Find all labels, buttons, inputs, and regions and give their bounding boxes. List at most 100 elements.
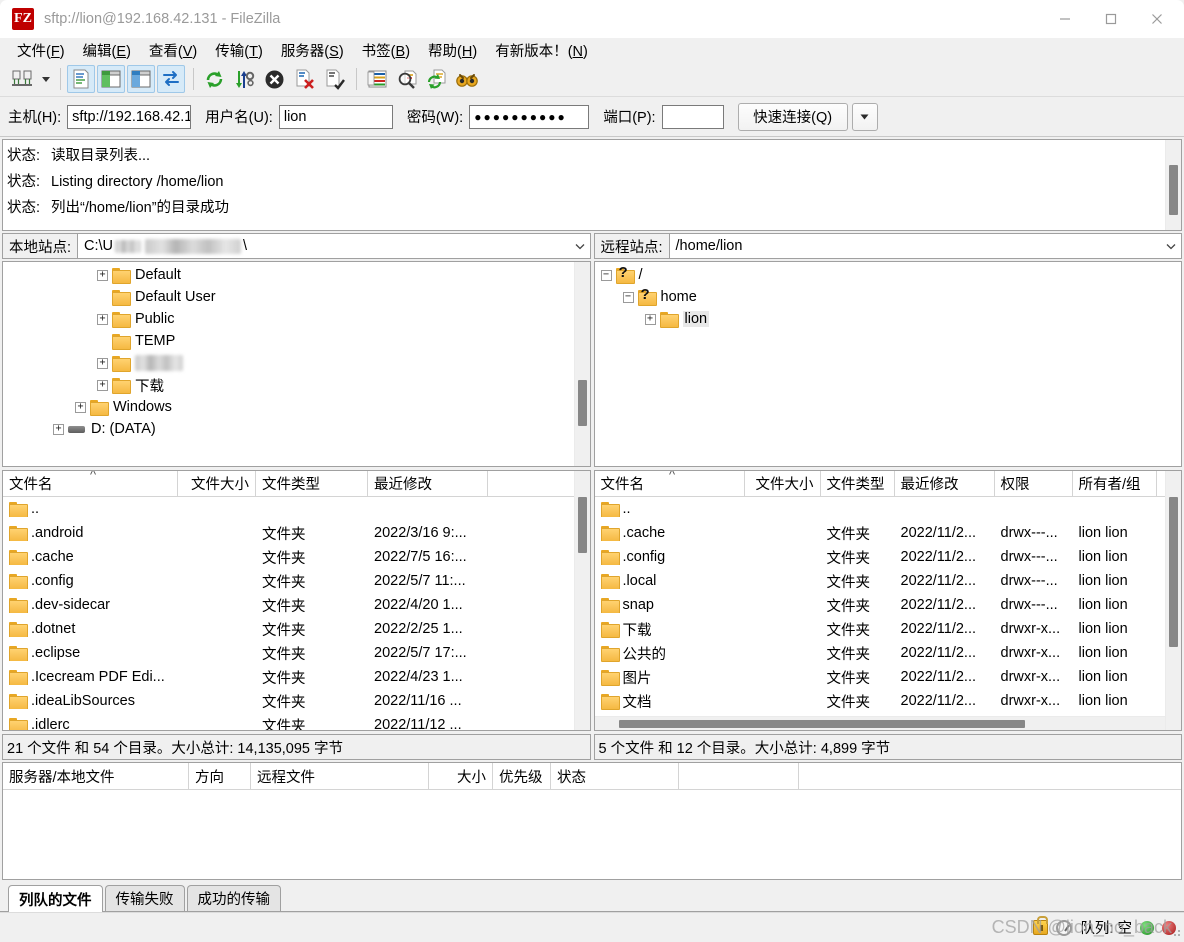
remote-tree-node[interactable]: −? home [595, 286, 1182, 308]
toggle-local-tree-icon[interactable] [97, 65, 125, 93]
table-row[interactable]: .local 文件夹 2022/11/2... drwx---... lion lion [595, 569, 1166, 593]
table-row[interactable]: .ideaLibSources 文件夹 2022/11/16 ... [3, 689, 574, 713]
queue-column-header[interactable]: 优先级 [493, 763, 551, 789]
close-button[interactable] [1134, 0, 1180, 38]
transfer-queue-body[interactable] [3, 790, 1181, 879]
local-column-header[interactable]: 最近修改 [368, 471, 488, 496]
remote-column-header[interactable]: 文件名 [595, 471, 745, 496]
expand-icon[interactable]: + [75, 401, 86, 413]
expand-icon[interactable]: + [53, 423, 64, 435]
site-manager-dropdown-icon[interactable] [38, 65, 54, 93]
local-site-path[interactable]: C:\U \ [78, 234, 569, 258]
queue-column-header[interactable]: 远程文件 [251, 763, 429, 789]
menu-bookmarks[interactable]: 书签(B) [353, 38, 419, 63]
menu-file[interactable]: 文件(F) [8, 38, 74, 63]
local-tree-node[interactable]: + Windows [3, 396, 574, 418]
menu-view[interactable]: 查看(V) [140, 38, 206, 63]
minimize-button[interactable] [1042, 0, 1088, 38]
table-row[interactable]: .android 文件夹 2022/3/16 9:... [3, 521, 574, 545]
process-queue-icon[interactable] [230, 65, 258, 93]
queue-column-header[interactable]: 状态 [551, 763, 679, 789]
local-column-header[interactable]: 文件类型 [256, 471, 368, 496]
remote-tree-node[interactable]: + lion [595, 308, 1182, 330]
expand-icon[interactable]: + [97, 379, 108, 391]
find-files-icon[interactable] [453, 65, 481, 93]
remote-site-dropdown-icon[interactable] [1161, 234, 1181, 258]
local-tree-node[interactable]: + D: (DATA) [3, 418, 574, 440]
speed-limit-indicator[interactable] [1056, 919, 1073, 936]
quickconnect-history-dropdown[interactable] [851, 102, 878, 131]
table-row[interactable]: .dotnet 文件夹 2022/2/25 1... [3, 617, 574, 641]
table-row[interactable]: .config 文件夹 2022/11/2... drwx---... lion lio… [595, 545, 1166, 569]
cancel-operation-icon[interactable] [260, 65, 288, 93]
synchronized-browsing-icon[interactable] [423, 65, 451, 93]
menu-help[interactable]: 帮助(H) [419, 38, 486, 63]
local-tree-scrollbar[interactable] [573, 262, 590, 466]
menu-edit[interactable]: 编辑(E) [74, 38, 140, 63]
local-tree-node[interactable]: + Default [3, 264, 574, 286]
message-log-scroll-thumb[interactable] [1169, 165, 1178, 215]
queue-column-header[interactable]: 方向 [189, 763, 251, 789]
table-row[interactable]: 公共的 文件夹 2022/11/2... drwxr-x... lion lion [595, 641, 1166, 665]
host-input[interactable]: sftp://192.168.42.1 [67, 104, 192, 129]
table-row[interactable]: .idlerc 文件夹 2022/11/12 ... [3, 713, 574, 730]
remote-column-header[interactable]: 最近修改 [895, 471, 995, 496]
local-directory-tree[interactable]: + Default Default User + Public TEMP + + 下载 + Wind… [2, 261, 591, 467]
remote-file-list[interactable]: 文件名文件大小文件类型最近修改权限所有者/组 .. .cache 文件夹 2022/1… [593, 470, 1182, 731]
collapse-icon[interactable]: − [600, 269, 612, 281]
expand-icon[interactable]: + [644, 313, 656, 325]
local-site-dropdown-icon[interactable] [570, 234, 590, 258]
queue-column-header[interactable]: 大小 [429, 763, 493, 789]
remote-column-header[interactable]: 文件类型 [821, 471, 895, 496]
tab-successful-transfers[interactable]: 成功的传输 [186, 885, 281, 911]
filter-icon[interactable] [363, 65, 391, 93]
remote-file-list-hscroll-thumb[interactable] [618, 720, 1025, 728]
expand-icon[interactable]: + [97, 269, 108, 281]
remote-site-path[interactable]: /home/lion [670, 234, 1161, 258]
menu-server[interactable]: 服务器(S) [272, 38, 353, 63]
table-row[interactable]: 文档 文件夹 2022/11/2... drwxr-x... lion lion [595, 689, 1166, 713]
remote-file-list-scrollbar[interactable] [1165, 471, 1181, 730]
expand-icon[interactable]: + [97, 313, 108, 325]
table-row[interactable]: .. [3, 497, 574, 521]
remote-column-header[interactable]: 文件大小 [745, 471, 821, 496]
local-tree-node[interactable]: TEMP [3, 330, 574, 352]
password-input[interactable]: ●●●●●●●●●● [469, 104, 590, 129]
site-manager-icon[interactable] [8, 65, 36, 93]
remote-file-list-hscrollbar[interactable] [594, 716, 1165, 730]
queue-column-header[interactable]: 服务器/本地文件 [3, 763, 189, 789]
username-input[interactable]: lion [278, 104, 393, 129]
toggle-remote-tree-icon[interactable] [127, 65, 155, 93]
table-row[interactable]: snap 文件夹 2022/11/2... drwx---... lion lion [595, 593, 1166, 617]
maximize-button[interactable] [1088, 0, 1134, 38]
table-row[interactable]: 图片 文件夹 2022/11/2... drwxr-x... lion lion [595, 665, 1166, 689]
toggle-transfer-queue-icon[interactable] [157, 65, 185, 93]
local-file-list-scroll-thumb[interactable] [577, 497, 587, 553]
port-input[interactable] [661, 104, 724, 129]
local-file-list-scrollbar[interactable] [573, 471, 590, 730]
local-tree-scroll-thumb[interactable] [577, 380, 587, 426]
table-row[interactable]: .config 文件夹 2022/5/7 11:... [3, 569, 574, 593]
toggle-message-log-icon[interactable] [67, 65, 95, 93]
quickconnect-button[interactable]: 快速连接(Q) [737, 102, 848, 131]
remote-file-list-scroll-thumb[interactable] [1169, 497, 1178, 647]
table-row[interactable]: .cache 文件夹 2022/7/5 16:... [3, 545, 574, 569]
local-column-header[interactable] [488, 471, 574, 496]
table-row[interactable]: .dev-sidecar 文件夹 2022/4/20 1... [3, 593, 574, 617]
expand-icon[interactable]: + [97, 357, 108, 369]
menu-new-version[interactable]: 有新版本！(N) [486, 38, 597, 63]
table-row[interactable]: .. [595, 497, 1166, 521]
compare-directories-icon[interactable] [393, 65, 421, 93]
queue-column-header[interactable] [679, 763, 799, 789]
message-log-scrollbar[interactable] [1165, 140, 1181, 230]
local-column-header[interactable]: 文件名 [3, 471, 178, 496]
transfer-queue[interactable]: 服务器/本地文件 方向 远程文件 大小 优先级 状态 [2, 762, 1182, 880]
table-row[interactable]: .cache 文件夹 2022/11/2... drwx---... lion lion [595, 521, 1166, 545]
local-tree-node[interactable]: + 下载 [3, 374, 574, 396]
refresh-icon[interactable] [200, 65, 228, 93]
secure-connection-indicator[interactable] [1033, 916, 1049, 935]
disconnect-icon[interactable] [290, 65, 318, 93]
tab-failed-transfers[interactable]: 传输失败 [104, 885, 185, 911]
resize-grip[interactable] [1170, 928, 1182, 940]
remote-tree-node[interactable]: −? / [595, 264, 1182, 286]
